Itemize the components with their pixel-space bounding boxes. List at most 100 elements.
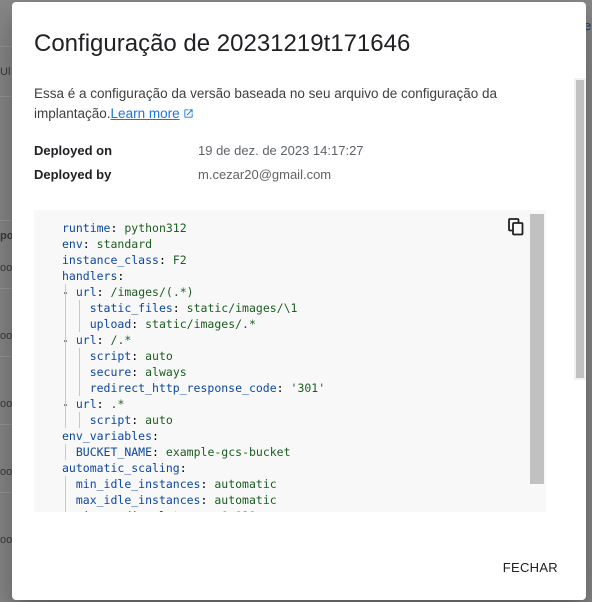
config-key: max_idle_instances [75,493,201,507]
config-line: - url: /.* [62,332,132,348]
config-value: example-gcs-bucket [165,445,291,459]
indent-guide [65,300,66,316]
indent-guide [65,412,66,428]
config-value: /images/(.*) [110,285,194,299]
config-value: .* [110,397,125,411]
learn-more-link[interactable]: Learn more [111,106,194,121]
indent-guide [79,380,80,396]
config-value: auto [145,413,173,427]
config-line: min_pending_latency: 0.030s [62,508,325,512]
learn-more-label: Learn more [110,106,180,121]
config-key: automatic_scaling [62,461,180,475]
config-value: standard [96,237,153,251]
indent-guide [65,348,66,364]
config-key: script [89,413,132,427]
deployed-on-value: 19 de dez. de 2023 14:17:27 [198,143,364,158]
deployed-on-label: Deployed on [34,143,113,158]
config-value: /.* [110,333,132,347]
config-line: upload: static/images/.* [62,316,325,332]
config-value: automatic [214,477,277,491]
config-key: instance_class [62,253,159,267]
config-value: automatic [214,493,277,507]
config-line: min_idle_instances: automatic [62,476,325,492]
config-code: runtime: python312 env: standard instance_… [62,220,325,512]
config-key: url [75,285,97,299]
background-text-fragment: oo [0,466,13,478]
indent-guide [65,316,66,332]
background-divider [0,424,12,425]
config-key: BUCKET_NAME [75,445,153,459]
config-line: env: standard [62,237,153,251]
indent-guide [65,444,66,460]
config-key: script [89,349,132,363]
config-key: env_variables [62,429,153,443]
dialog-title: Configuração de 20231219t171646 [34,30,411,57]
deployed-by-value: m.cezar20@gmail.com [198,167,332,182]
background-text-fragment: oo [0,534,13,546]
background-divider [0,356,12,357]
config-line: redirect_http_response_code: '301' [62,380,325,396]
description-text: Essa é a configuração da versão baseada … [34,86,498,121]
config-value: static/images/.* [145,317,256,331]
config-key: min_pending_latency [76,509,208,512]
indent-guide [65,508,66,512]
indent-guide [79,348,80,364]
code-scrollbar-thumb[interactable] [530,214,544,484]
background-text-fragment: oo [0,398,13,410]
indent-guide [65,492,66,508]
config-value: static/images/\1 [186,301,298,315]
config-line: BUCKET_NAME: example-gcs-bucket [62,444,325,460]
config-key: url [75,333,97,347]
config-line: instance_class: F2 [62,253,187,267]
config-line: secure: always [62,364,325,380]
config-line: max_idle_instances: automatic [62,492,325,508]
config-line: env_variables: [62,429,159,443]
indent-guide [65,396,66,412]
indent-guide [65,332,66,348]
config-key: handlers [62,269,118,283]
deployed-by-label: Deployed by [34,167,112,182]
config-key: url [75,397,97,411]
background-divider [0,96,12,97]
indent-guide [65,364,66,380]
config-value: always [145,365,187,379]
background-divider [0,46,12,47]
config-key: min_idle_instances [75,477,201,491]
background-divider [0,220,12,221]
config-value: F2 [172,253,187,267]
background-text-fragment: Ul [0,66,11,78]
dialog-scrollbar-thumb[interactable] [576,80,584,378]
close-button[interactable]: FECHAR [501,556,560,579]
indent-guide [65,380,66,396]
indent-guide [65,284,66,300]
indent-guide [79,300,80,316]
indent-guide [79,316,80,332]
copy-button[interactable] [508,218,526,238]
config-key: env [62,237,83,251]
background-text-fragment: oo [0,330,13,342]
external-link-icon [183,105,194,125]
copy-icon [508,218,524,240]
config-code-block: runtime: python312 env: standard instance_… [34,210,546,512]
indent-guide [79,412,80,428]
indent-guide [65,476,66,492]
config-line: script: auto [62,348,325,364]
config-value: python312 [124,221,187,235]
config-key: secure [89,365,132,379]
config-line: automatic_scaling: [62,461,187,475]
background-text-fragment: oo [0,262,13,274]
configuration-dialog: Configuração de 20231219t171646 Essa é a… [12,2,586,600]
config-line: runtime: python312 [62,221,187,235]
background-divider [0,492,12,493]
config-line: - url: /images/(.*) [62,284,194,300]
config-key: static_files [89,301,173,315]
config-line: static_files: static/images/\1 [62,300,325,316]
config-line: - url: .* [62,396,125,412]
config-value: 0.030s [221,509,263,512]
config-line: handlers: [62,269,125,283]
config-line: script: auto [62,412,325,428]
config-value: auto [145,349,173,363]
config-key: runtime [62,221,111,235]
dialog-description: Essa é a configuração da versão baseada … [34,84,504,125]
config-key: upload [89,317,132,331]
